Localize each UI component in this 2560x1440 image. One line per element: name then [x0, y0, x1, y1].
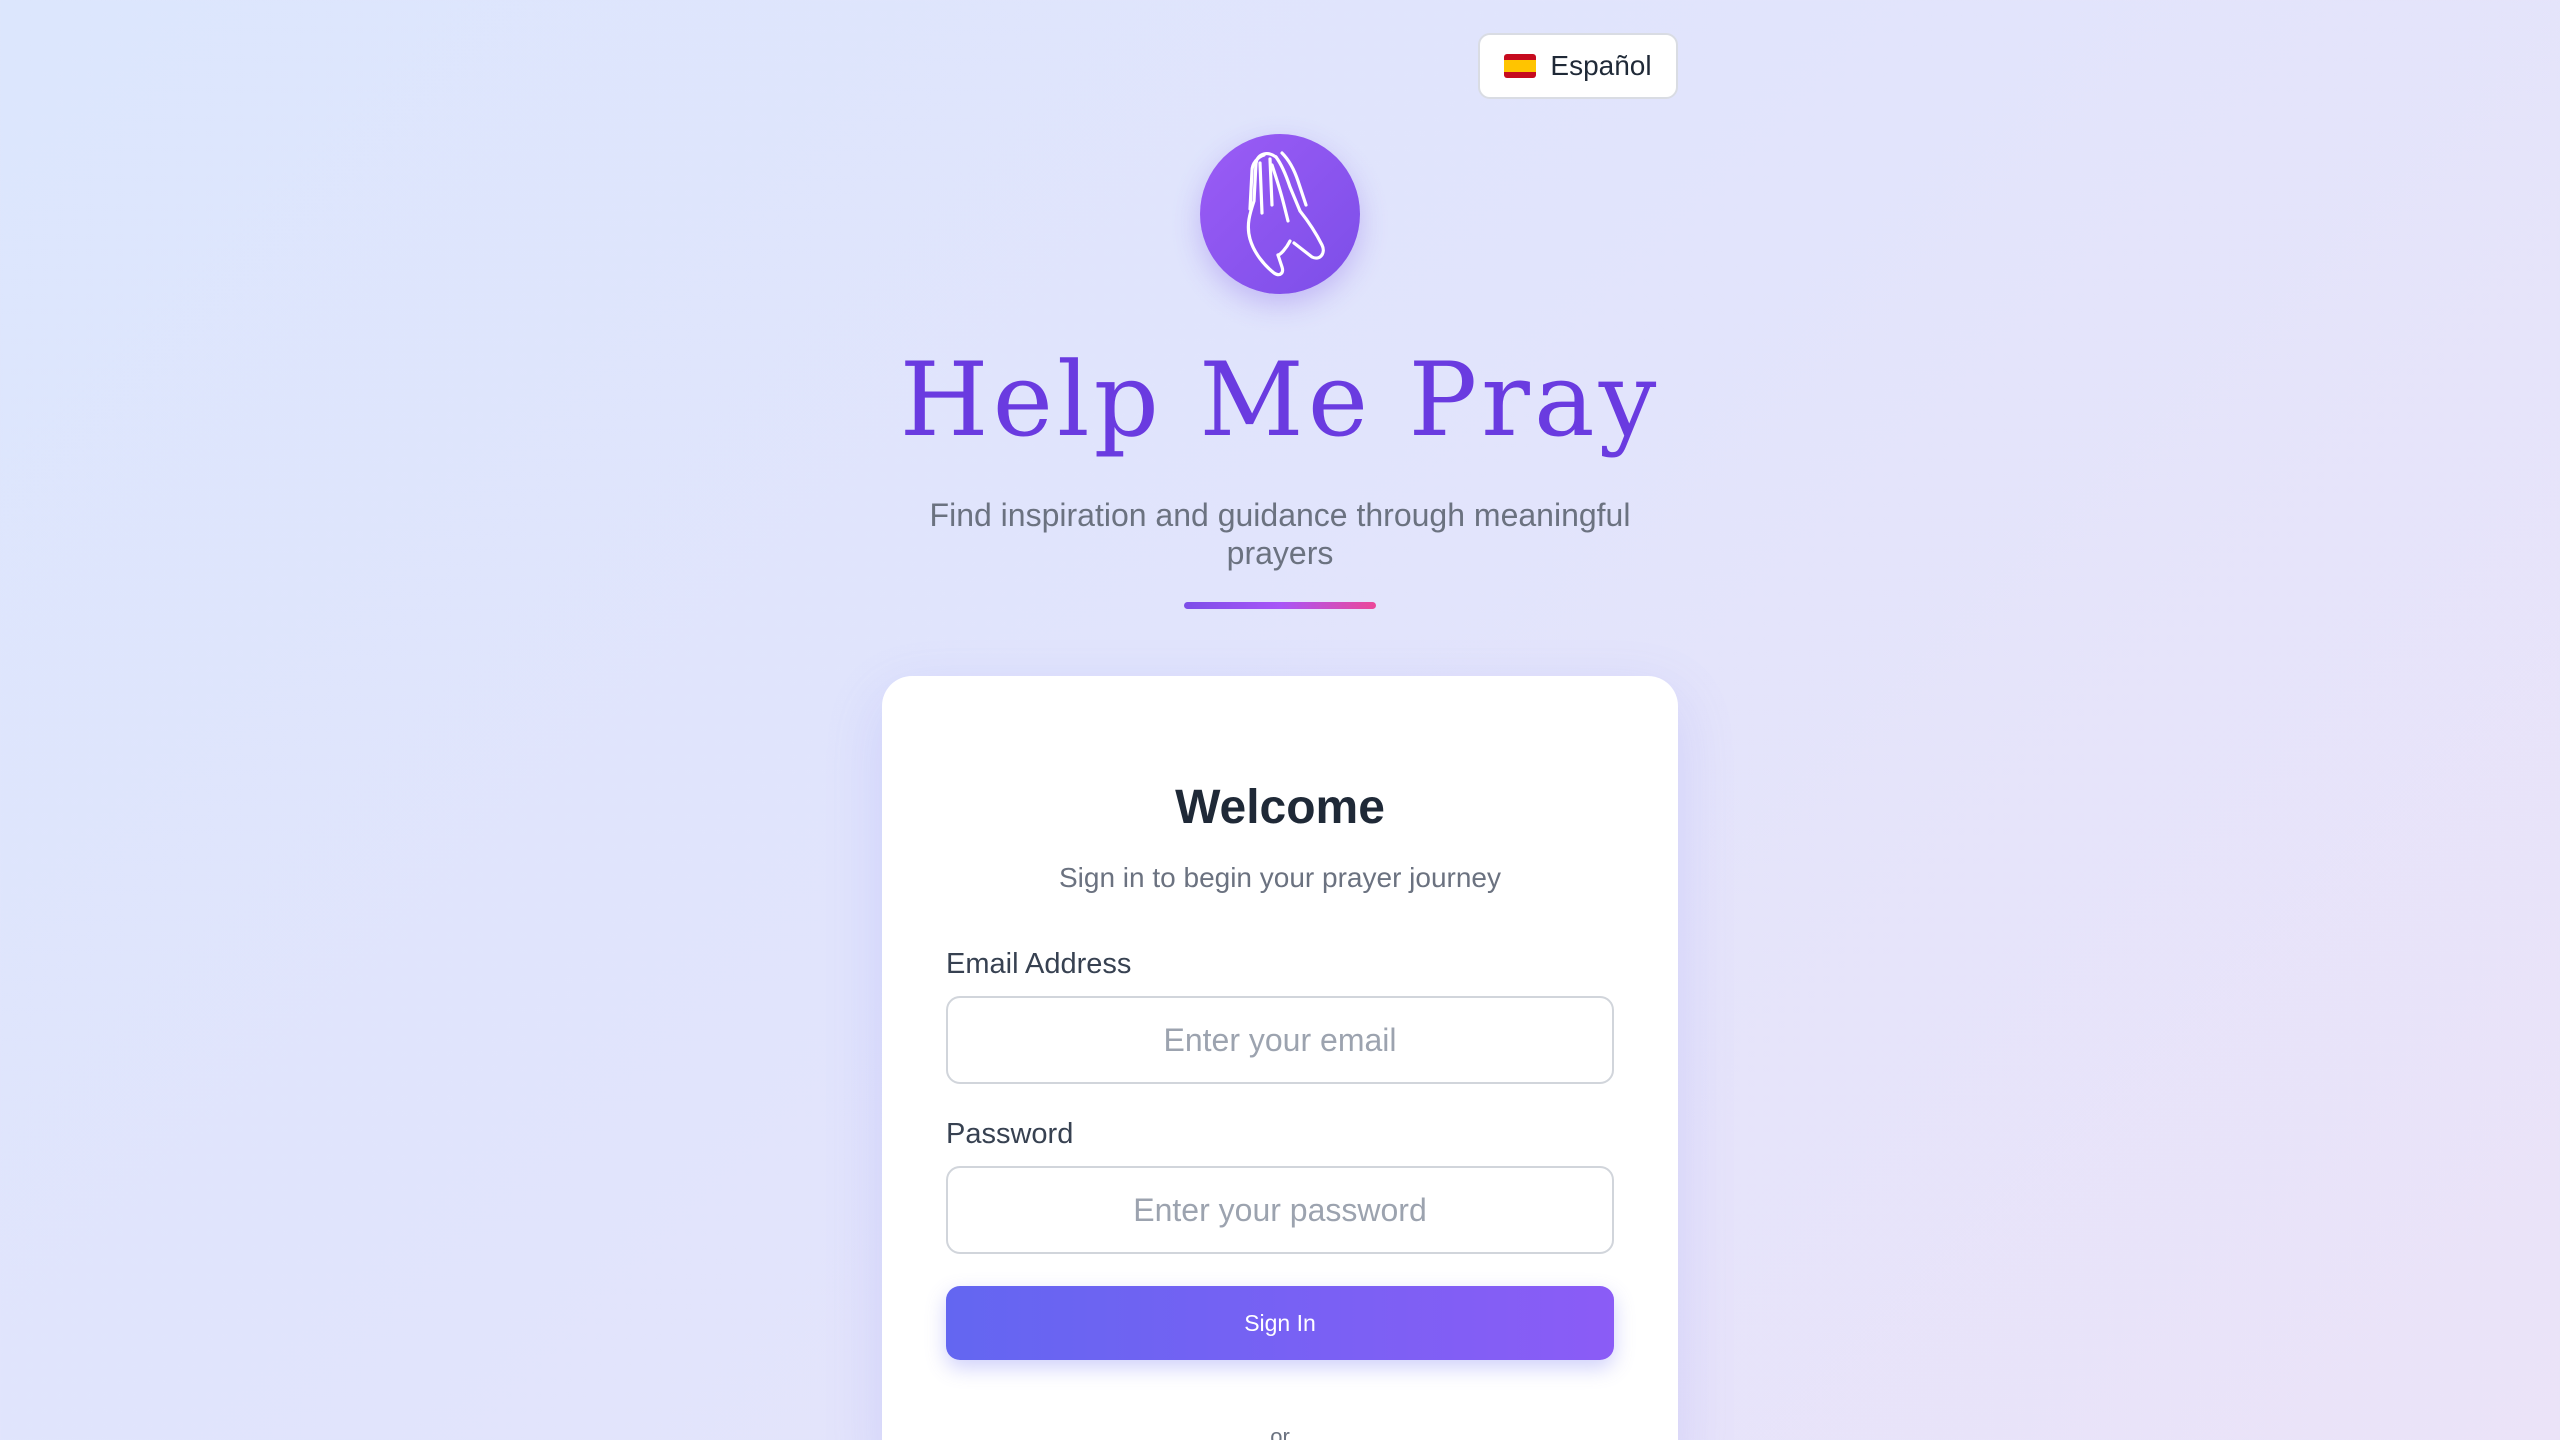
- app-title: Help Me Pray: [899, 341, 1661, 460]
- email-label: Email Address: [946, 948, 1132, 980]
- card-subheading: Sign in to begin your prayer journey: [1058, 862, 1502, 893]
- title-divider: [1184, 602, 1376, 609]
- card-heading: Welcome: [1175, 781, 1385, 834]
- or-separator: or: [1270, 1424, 1290, 1440]
- password-input[interactable]: [946, 1166, 1614, 1254]
- spain-flag-icon: [1504, 54, 1537, 78]
- app-logo: [1200, 134, 1360, 294]
- login-card: Welcome Sign in to begin your prayer jou…: [882, 676, 1678, 1440]
- praying-hands-icon: [1246, 151, 1325, 277]
- app-subtitle: Find inspiration and guidance through me…: [929, 497, 1631, 571]
- language-selector-label: Español: [1550, 50, 1652, 81]
- sign-in-button[interactable]: Sign In: [946, 1286, 1614, 1360]
- language-selector-button[interactable]: Español: [1478, 33, 1678, 99]
- email-input[interactable]: [946, 996, 1614, 1084]
- password-label: Password: [946, 1118, 1074, 1150]
